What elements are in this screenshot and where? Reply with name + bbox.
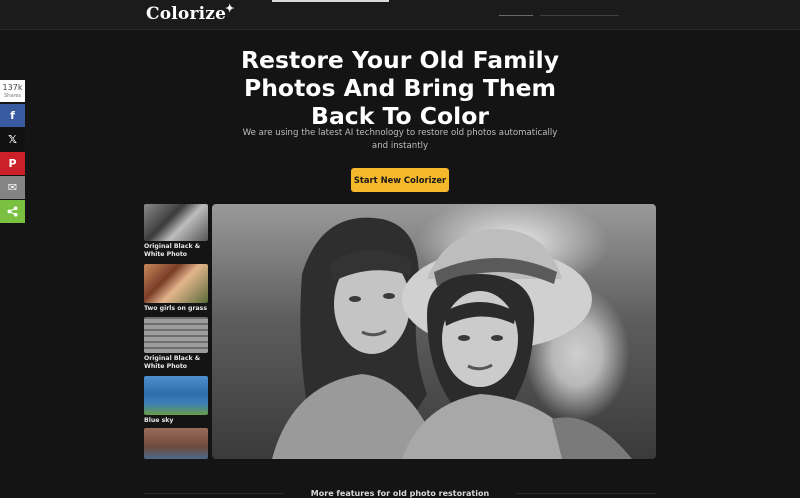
share-count-label: Shares	[3, 93, 22, 99]
gallery-thumbnail[interactable]	[144, 428, 208, 459]
top-strip-decoration	[272, 0, 389, 2]
x-icon: 𝕏	[8, 133, 17, 146]
top-navigation-bar: Colorize✦	[0, 0, 800, 30]
email-icon: ✉	[7, 181, 18, 194]
thumbnail-caption: Blue sky	[144, 417, 174, 424]
thumbnail-image	[144, 428, 208, 459]
photo-illustration	[272, 217, 632, 459]
gallery-thumbnail[interactable]: Original Black & White Photo	[144, 317, 208, 371]
thumbnail-image	[144, 376, 208, 415]
nav-link-placeholder[interactable]	[540, 15, 619, 16]
facebook-icon: f	[10, 109, 15, 122]
share-count-number: 137k	[2, 83, 23, 92]
more-share-button[interactable]	[0, 200, 25, 223]
gallery-thumbnail[interactable]: Original Black & White Photo	[144, 204, 208, 259]
sparkle-icon: ✦	[225, 2, 235, 15]
pinterest-share-button[interactable]: P	[0, 152, 25, 175]
share-count-badge: 137k Shares	[0, 80, 25, 102]
gallery-thumbnail[interactable]: Blue sky	[144, 376, 208, 425]
logo-text: Colorize	[146, 4, 227, 24]
thumbnail-caption: Original Black & White Photo	[144, 243, 201, 258]
thumbnail-caption: Original Black & White Photo	[144, 355, 201, 370]
share-icon	[7, 206, 18, 217]
x-share-button[interactable]: 𝕏	[0, 128, 25, 151]
nav-link-placeholder[interactable]	[499, 15, 533, 16]
hero-subtitle: We are using the latest AI technology to…	[242, 128, 558, 151]
thumbnail-caption: Two girls on grass	[144, 305, 208, 312]
facebook-share-button[interactable]: f	[0, 104, 25, 127]
more-features-heading: More features for old photo restoration	[310, 489, 490, 498]
start-new-colorizer-button[interactable]: Start New Colorizer	[351, 168, 449, 192]
gallery-thumbnail[interactable]: Two girls on grass	[144, 264, 208, 313]
social-share-sidebar: 137k Shares f 𝕏 P ✉	[0, 80, 25, 223]
thumbnail-image	[144, 204, 208, 241]
main-preview-photo	[212, 204, 656, 459]
colorize-logo[interactable]: Colorize✦	[146, 2, 236, 24]
thumbnail-image	[144, 264, 208, 303]
pinterest-icon: P	[8, 157, 17, 170]
email-share-button[interactable]: ✉	[0, 176, 25, 199]
hero-title: Restore Your Old Family Photos And Bring…	[240, 46, 560, 130]
section-divider	[516, 493, 656, 494]
thumbnail-image	[144, 317, 208, 353]
